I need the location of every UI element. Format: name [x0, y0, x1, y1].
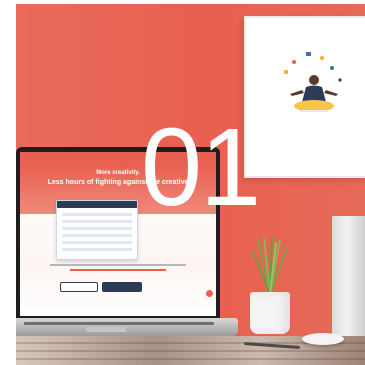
- website-body-text: [50, 264, 186, 274]
- website-secondary-button[interactable]: [60, 282, 98, 292]
- website-primary-button[interactable]: [102, 282, 142, 292]
- laptop-base: [16, 318, 238, 336]
- dashboard-row: [62, 227, 132, 230]
- keyboard: [24, 322, 214, 325]
- dashboard-row: [62, 234, 132, 237]
- mouse: [302, 333, 344, 345]
- dashboard-row: [62, 241, 132, 244]
- website-dashboard-card: [56, 200, 138, 260]
- dashboard-row: [62, 220, 132, 223]
- plant-pot: [250, 292, 290, 334]
- dashboard-row: [62, 248, 132, 251]
- dashboard-card-header: [57, 201, 137, 208]
- touchpad: [86, 327, 126, 332]
- slide-number: 01: [140, 106, 261, 229]
- white-box: [332, 216, 365, 336]
- website-chat-icon[interactable]: [206, 290, 213, 297]
- dashboard-row: [62, 213, 132, 216]
